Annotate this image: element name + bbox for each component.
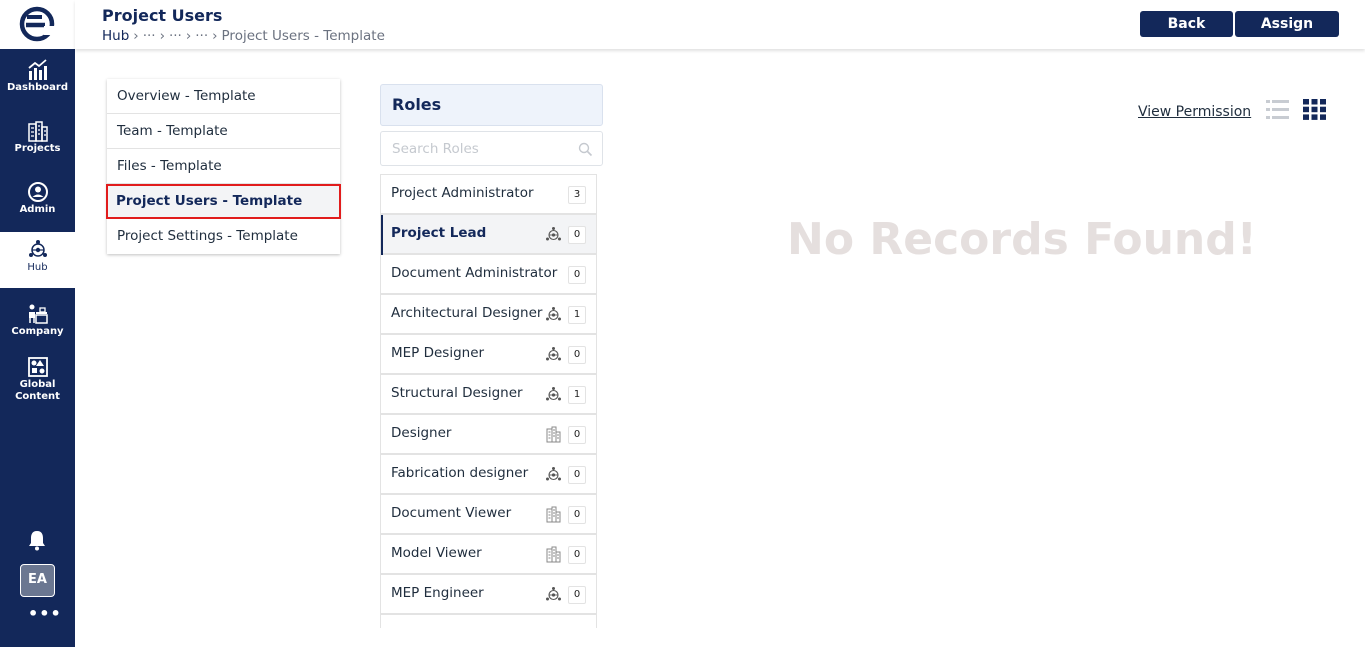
avatar[interactable]: EA — [20, 564, 55, 597]
nav-projects-label: Projects — [14, 143, 61, 154]
role-count-badge: 1 — [568, 386, 586, 404]
nav-projects[interactable]: Projects — [0, 113, 75, 169]
breadcrumb-hub[interactable]: Hub — [102, 28, 129, 44]
admin-icon — [27, 182, 48, 202]
breadcrumb-separator: › — [159, 28, 165, 44]
role-item[interactable]: Project Lead 0 — [381, 215, 596, 255]
building-icon — [546, 546, 561, 563]
role-item[interactable]: Document Viewer 0 — [381, 495, 596, 535]
hub-icon — [546, 387, 561, 401]
grid-view-icon[interactable] — [1303, 99, 1326, 120]
breadcrumb-ellipsis[interactable]: ··· — [195, 28, 208, 44]
role-count-badge: 0 — [568, 586, 586, 604]
role-item[interactable]: Structural Designer 1 — [381, 375, 596, 415]
building-icon — [546, 426, 561, 443]
nav-company[interactable]: Company — [0, 296, 75, 352]
breadcrumb: Hub › ··· › ··· › ··· › Project Users - Template — [102, 28, 385, 44]
nav-dashboard-label: Dashboard — [7, 82, 68, 93]
bell-icon[interactable] — [27, 529, 47, 551]
menu-item-overview[interactable]: Overview - Template — [107, 79, 340, 114]
projects-icon — [27, 121, 48, 142]
nav-company-label: Company — [11, 326, 64, 337]
menu-item-project-settings[interactable]: Project Settings - Template — [107, 219, 340, 254]
roles-header: Roles — [380, 84, 603, 126]
role-name: Document Viewer — [391, 505, 512, 521]
role-name: Designer — [391, 425, 452, 441]
role-item[interactable]: Model Viewer 0 — [381, 535, 596, 575]
role-name: Project Administrator — [391, 185, 534, 201]
hub-icon — [546, 307, 561, 321]
nav-global-content-label: Global Content — [15, 379, 60, 402]
roles-search — [380, 131, 603, 166]
menu-item-project-users[interactable]: Project Users - Template — [106, 184, 341, 219]
role-count-badge: 3 — [568, 186, 586, 204]
company-icon — [28, 304, 48, 324]
role-item[interactable]: Project Administrator 3 — [381, 175, 596, 215]
dashboard-icon — [27, 59, 47, 80]
header: Project Users Hub › ··· › ··· › ··· › Project Us… — [75, 0, 1365, 49]
breadcrumb-separator: › — [133, 28, 139, 44]
role-item[interactable]: MEP Designer 0 — [381, 335, 596, 375]
role-count-badge: 0 — [568, 506, 586, 524]
nav-dashboard[interactable]: Dashboard — [0, 52, 75, 108]
logo-icon — [19, 6, 56, 42]
breadcrumb-separator: › — [185, 28, 192, 44]
global-content-icon — [27, 357, 48, 377]
role-count-badge: 0 — [568, 266, 586, 284]
role-count-badge: 1 — [568, 306, 586, 324]
role-item[interactable]: Designer 0 — [381, 415, 596, 455]
assign-button[interactable]: Assign — [1235, 11, 1339, 37]
role-name: Structural Designer — [391, 385, 523, 401]
role-name: MEP Engineer — [391, 585, 484, 601]
role-item[interactable]: Fabrication designer 0 — [381, 455, 596, 495]
nav-global-content[interactable]: Global Content — [0, 349, 75, 409]
roles-title: Roles — [392, 95, 442, 114]
nav-admin[interactable]: Admin — [0, 174, 75, 230]
breadcrumb-current: Project Users - Template — [221, 28, 385, 44]
nav-admin-label: Admin — [19, 204, 56, 215]
role-item[interactable]: Architectural Designer 1 — [381, 295, 596, 335]
view-permission-link[interactable]: View Permission — [1138, 104, 1251, 120]
breadcrumb-ellipsis[interactable]: ··· — [169, 28, 182, 44]
role-item[interactable]: MEP Engineer 0 — [381, 575, 596, 615]
role-name: Architectural Designer — [391, 305, 543, 321]
nav-hub-label: Hub — [27, 262, 48, 273]
sidebar: Dashboard Projects Admin Hub Company Glo… — [0, 0, 75, 647]
back-button[interactable]: Back — [1140, 11, 1233, 37]
role-name: Fabrication designer — [391, 465, 529, 481]
hub-icon — [546, 587, 561, 601]
role-name: Document Administrator — [391, 265, 558, 281]
role-name: MEP Designer — [391, 345, 485, 361]
search-icon[interactable] — [578, 142, 593, 157]
hub-icon — [546, 467, 561, 481]
hub-icon — [546, 347, 561, 361]
role-name: Model Viewer — [391, 545, 482, 561]
role-count-badge: 0 — [568, 426, 586, 444]
app-logo[interactable] — [0, 0, 75, 49]
role-count-badge: 0 — [568, 226, 586, 244]
role-count-badge: 0 — [568, 546, 586, 564]
menu-item-team[interactable]: Team - Template — [107, 114, 340, 149]
menu-item-files[interactable]: Files - Template — [107, 149, 340, 184]
search-roles-input[interactable] — [382, 133, 572, 164]
list-view-icon[interactable] — [1266, 99, 1289, 120]
building-icon — [546, 506, 561, 523]
role-item[interactable]: Document Administrator 0 — [381, 255, 596, 295]
role-count-badge: 0 — [568, 346, 586, 364]
page-title: Project Users — [102, 6, 223, 25]
breadcrumb-separator: › — [212, 28, 218, 44]
role-count-badge: 0 — [568, 466, 586, 484]
hub-icon — [546, 227, 561, 241]
role-name: Project Lead — [391, 225, 487, 241]
template-menu: Overview - Template Team - Template File… — [106, 79, 341, 254]
more-icon[interactable]: ••• — [28, 604, 62, 623]
roles-list: Project Administrator 3 Project Lead 0 D… — [380, 174, 597, 628]
breadcrumb-ellipsis[interactable]: ··· — [143, 28, 156, 44]
hub-icon — [28, 240, 47, 257]
nav-hub[interactable]: Hub — [0, 232, 75, 288]
empty-state-message: No Records Found! — [787, 214, 1257, 265]
